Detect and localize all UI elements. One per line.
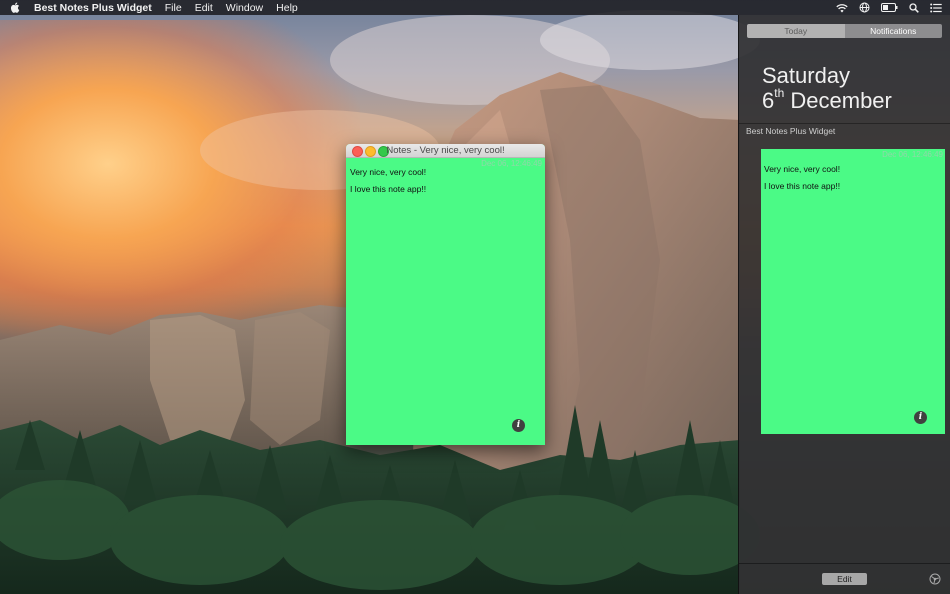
apple-icon[interactable] xyxy=(10,2,24,13)
battery-icon[interactable] xyxy=(881,3,898,12)
edit-button[interactable]: Edit xyxy=(822,573,867,585)
menu-window[interactable]: Window xyxy=(226,2,263,14)
nc-date-month: December xyxy=(790,88,892,113)
note-text-area[interactable]: Very nice, very cool! I love this note a… xyxy=(350,167,426,201)
menu-bar: Best Notes Plus Widget File Edit Window … xyxy=(0,0,950,15)
info-icon[interactable]: i xyxy=(512,419,525,432)
widget-note-text[interactable]: Very nice, very cool! I love this note a… xyxy=(764,164,840,198)
nc-date-label: 6th December xyxy=(762,86,892,114)
widget-note-date: Dec 06, 12:46:49 xyxy=(882,150,943,159)
note-window-titlebar[interactable]: Notes - Very nice, very cool! xyxy=(346,144,545,158)
widget-note[interactable]: Dec 06, 12:46:49 Very nice, very cool! I… xyxy=(761,149,945,434)
widget-note-line: Very nice, very cool! xyxy=(764,164,841,174)
nc-date-number: 6 xyxy=(762,88,775,113)
menu-app-name[interactable]: Best Notes Plus Widget xyxy=(34,2,152,14)
status-menu-area xyxy=(836,0,942,15)
globe-icon[interactable] xyxy=(859,2,870,13)
note-window[interactable]: Notes - Very nice, very cool! Dec 06, 12… xyxy=(346,144,545,445)
nc-date-suffix: th xyxy=(774,86,785,100)
divider xyxy=(739,563,950,564)
gear-icon[interactable] xyxy=(929,572,941,585)
note-date: Dec 06, 12:46:49 xyxy=(481,159,542,168)
tab-today[interactable]: Today xyxy=(747,24,845,38)
tab-notifications[interactable]: Notifications xyxy=(844,24,942,38)
divider xyxy=(739,123,950,124)
menu-edit[interactable]: Edit xyxy=(195,2,213,14)
wifi-icon[interactable] xyxy=(836,3,848,13)
menu-help[interactable]: Help xyxy=(276,2,298,14)
note-window-title: Notes - Very nice, very cool! xyxy=(386,145,505,156)
widget-title: Best Notes Plus Widget xyxy=(746,126,836,136)
spotlight-search-icon[interactable] xyxy=(909,2,919,13)
note-line: Very nice, very cool! xyxy=(350,167,427,177)
notification-center-icon[interactable] xyxy=(930,3,942,13)
note-line: I love this note app!! xyxy=(350,184,427,194)
menu-file[interactable]: File xyxy=(165,2,182,14)
info-icon[interactable]: i xyxy=(914,411,927,424)
notification-center-tabs: Today Notifications xyxy=(747,24,942,38)
widget-note-line: I love this note app!! xyxy=(764,181,841,191)
notification-center-panel: Today Notifications Saturday 6th Decembe… xyxy=(738,15,950,594)
